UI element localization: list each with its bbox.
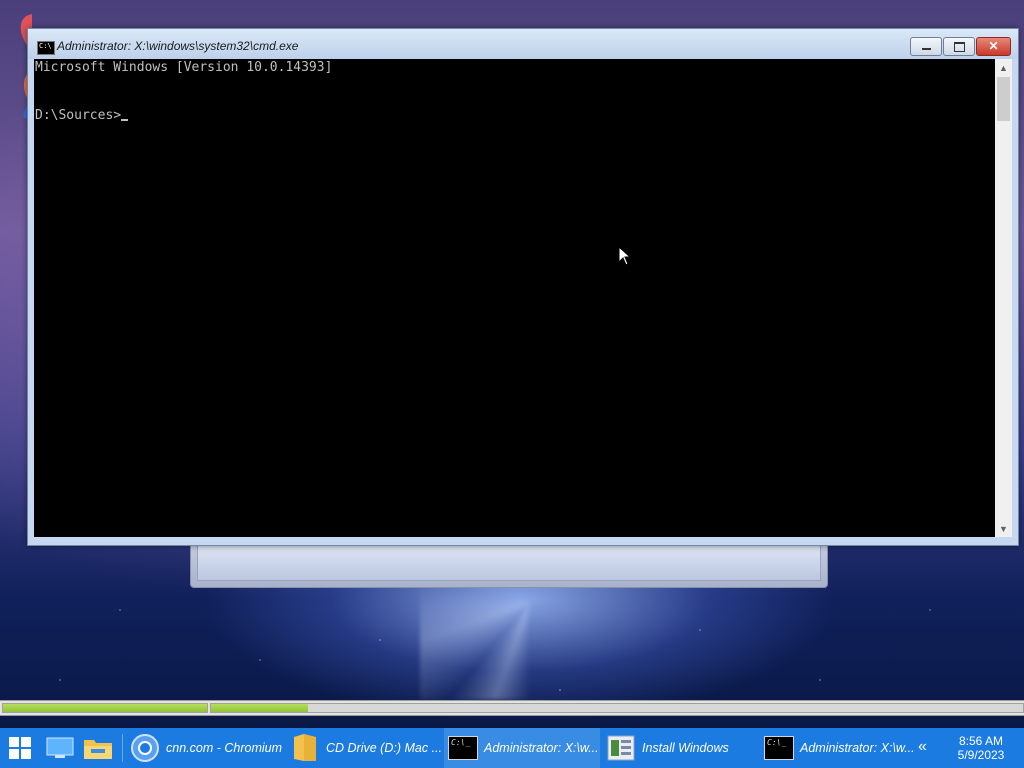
scroll-down-button[interactable]: ▼ bbox=[995, 520, 1012, 537]
scroll-thumb[interactable] bbox=[997, 77, 1010, 121]
tray-overflow-chevron-icon[interactable]: « bbox=[918, 738, 927, 756]
taskbar-item-cd-drive[interactable]: CD Drive (D:) Mac ... bbox=[286, 728, 442, 768]
taskbar-item-label: Administrator: X:\w... bbox=[800, 741, 915, 755]
windows-logo-icon bbox=[9, 737, 31, 759]
setup-progress-strip bbox=[0, 700, 1024, 716]
cmd-title-bar[interactable]: Administrator: X:\windows\system32\cmd.e… bbox=[28, 29, 1018, 59]
clock-date: 5/9/2023 bbox=[957, 748, 1005, 762]
chromium-icon bbox=[130, 734, 160, 762]
console-output[interactable]: Microsoft Windows [Version 10.0.14393] D… bbox=[34, 59, 995, 537]
console-line: Microsoft Windows [Version 10.0.14393] bbox=[35, 60, 333, 75]
progress-segment-2 bbox=[210, 703, 1024, 713]
start-button[interactable] bbox=[0, 728, 40, 768]
install-windows-window bbox=[190, 540, 828, 588]
taskbar-item-label: CD Drive (D:) Mac ... bbox=[326, 741, 442, 755]
taskbar-item-label: cnn.com - Chromium bbox=[166, 741, 282, 755]
close-button[interactable]: ✕ bbox=[976, 37, 1011, 56]
progress-segment-1 bbox=[2, 703, 208, 713]
taskbar-item-chromium[interactable]: cnn.com - Chromium bbox=[126, 728, 282, 768]
minimize-button[interactable] bbox=[910, 37, 942, 56]
taskbar: cnn.com - Chromium CD Drive (D:) Mac ...… bbox=[0, 728, 1024, 768]
taskbar-item-install-windows[interactable]: Install Windows bbox=[602, 728, 758, 768]
progress-fill bbox=[211, 704, 309, 712]
taskbar-item-cmd-1[interactable]: Administrator: X:\w... bbox=[444, 728, 600, 768]
close-icon: ✕ bbox=[988, 39, 999, 53]
console-prompt-line[interactable]: D:\Sources> bbox=[35, 108, 129, 123]
taskbar-item-label: Administrator: X:\w... bbox=[484, 741, 599, 755]
cmd-window-title: Administrator: X:\windows\system32\cmd.e… bbox=[57, 39, 299, 53]
console-prompt: D:\Sources> bbox=[35, 108, 122, 123]
taskbar-desktop-pin[interactable] bbox=[44, 732, 76, 764]
progress-fill bbox=[3, 704, 207, 712]
taskbar-clock[interactable]: 8:56 AM 5/9/2023 bbox=[948, 734, 1014, 762]
taskbar-item-cmd-2[interactable]: Administrator: X:\w... bbox=[760, 728, 916, 768]
maximize-icon bbox=[953, 41, 965, 52]
cmd-icon bbox=[764, 735, 794, 761]
taskbar-separator bbox=[122, 734, 123, 762]
maximize-button[interactable] bbox=[943, 37, 975, 56]
taskbar-item-label: Install Windows bbox=[642, 741, 729, 755]
text-cursor bbox=[121, 119, 129, 121]
scroll-up-button[interactable]: ▲ bbox=[995, 59, 1012, 76]
cmd-icon[interactable] bbox=[37, 41, 55, 55]
file-explorer-icon bbox=[84, 740, 112, 759]
taskbar-explorer-pin[interactable] bbox=[82, 732, 114, 764]
chevron-down-icon: ▼ bbox=[999, 523, 1008, 534]
minimize-icon bbox=[921, 48, 931, 50]
folder-icon bbox=[290, 734, 320, 761]
vertical-scrollbar[interactable]: ▲ ▼ bbox=[995, 59, 1012, 537]
chevron-up-icon: ▲ bbox=[999, 62, 1008, 73]
cmd-icon bbox=[448, 735, 478, 761]
cmd-window[interactable]: Administrator: X:\windows\system32\cmd.e… bbox=[27, 28, 1019, 546]
clock-time: 8:56 AM bbox=[958, 734, 1004, 748]
mouse-pointer-icon bbox=[618, 246, 632, 266]
installer-icon bbox=[606, 735, 636, 761]
desktop-icon bbox=[46, 737, 74, 758]
install-windows-panel bbox=[197, 543, 821, 581]
